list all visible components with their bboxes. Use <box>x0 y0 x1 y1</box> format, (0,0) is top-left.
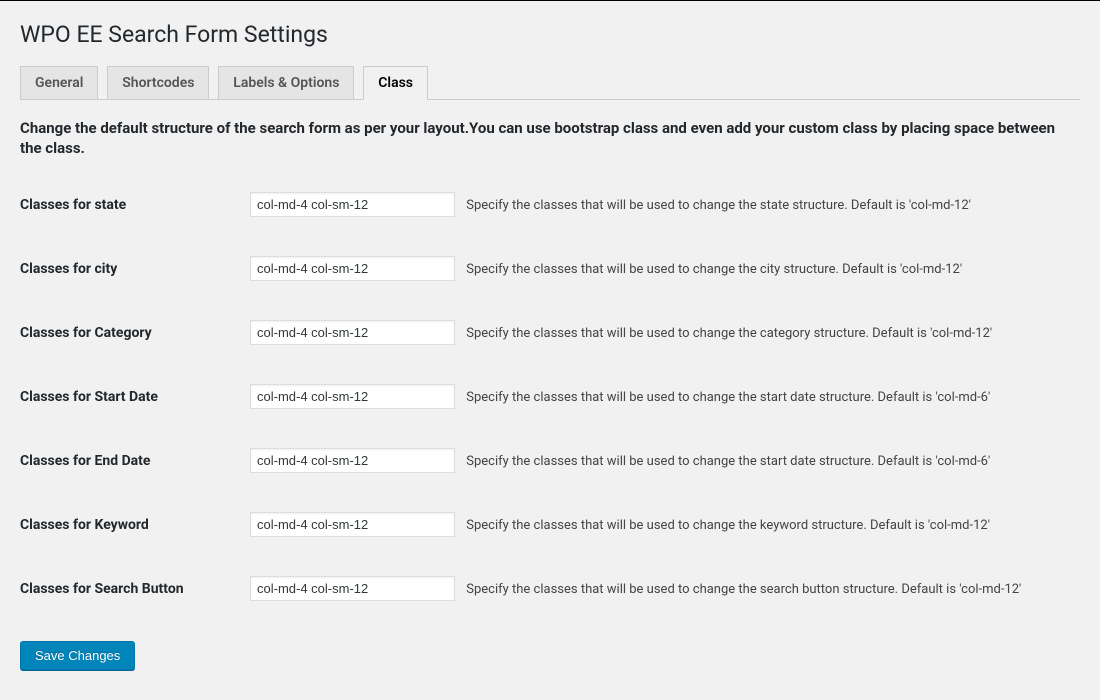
row-state: Classes for state Specify the classes th… <box>20 173 1080 237</box>
tabs-nav: General Shortcodes Labels & Options Clas… <box>20 66 1080 100</box>
tab-general[interactable]: General <box>20 66 98 100</box>
label-keyword: Classes for Keyword <box>20 493 240 557</box>
label-search-button: Classes for Search Button <box>20 557 240 621</box>
page-title: WPO EE Search Form Settings <box>20 21 1080 48</box>
row-start-date: Classes for Start Date Specify the class… <box>20 365 1080 429</box>
input-city-classes[interactable] <box>250 256 455 281</box>
input-end-date-classes[interactable] <box>250 448 455 473</box>
input-keyword-classes[interactable] <box>250 512 455 537</box>
row-category: Classes for Category Specify the classes… <box>20 301 1080 365</box>
label-state: Classes for state <box>20 173 240 237</box>
label-category: Classes for Category <box>20 301 240 365</box>
input-start-date-classes[interactable] <box>250 384 455 409</box>
hint-keyword: Specify the classes that will be used to… <box>466 518 990 533</box>
input-state-classes[interactable] <box>250 192 455 217</box>
label-city: Classes for city <box>20 237 240 301</box>
label-end-date: Classes for End Date <box>20 429 240 493</box>
hint-state: Specify the classes that will be used to… <box>466 198 971 213</box>
save-changes-button[interactable]: Save Changes <box>20 641 135 670</box>
hint-end-date: Specify the classes that will be used to… <box>466 454 990 469</box>
tab-shortcodes[interactable]: Shortcodes <box>107 66 209 100</box>
tab-labels-options[interactable]: Labels & Options <box>218 66 354 100</box>
tab-description: Change the default structure of the sear… <box>20 118 1080 159</box>
input-category-classes[interactable] <box>250 320 455 345</box>
row-search-button: Classes for Search Button Specify the cl… <box>20 557 1080 621</box>
label-start-date: Classes for Start Date <box>20 365 240 429</box>
tab-class[interactable]: Class <box>363 66 428 100</box>
row-end-date: Classes for End Date Specify the classes… <box>20 429 1080 493</box>
input-search-button-classes[interactable] <box>250 576 455 601</box>
row-keyword: Classes for Keyword Specify the classes … <box>20 493 1080 557</box>
hint-start-date: Specify the classes that will be used to… <box>466 390 990 405</box>
row-city: Classes for city Specify the classes tha… <box>20 237 1080 301</box>
hint-search-button: Specify the classes that will be used to… <box>466 582 1021 597</box>
hint-category: Specify the classes that will be used to… <box>466 326 992 341</box>
hint-city: Specify the classes that will be used to… <box>466 262 962 277</box>
settings-form-table: Classes for state Specify the classes th… <box>20 173 1080 621</box>
